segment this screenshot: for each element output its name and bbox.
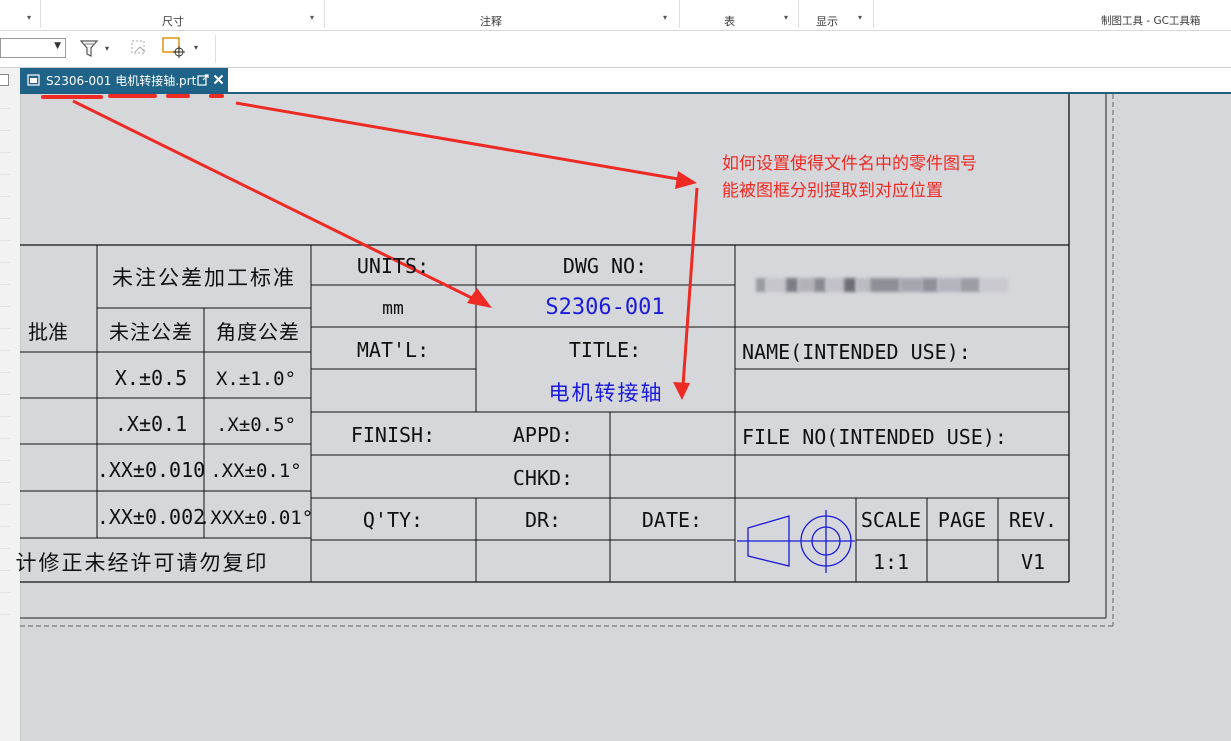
- ribbon-separator: [873, 0, 874, 28]
- ribbon-group-display[interactable]: 显示: [816, 13, 838, 29]
- ribbon-dropdown-icon[interactable]: ▾: [784, 13, 788, 22]
- projection-symbol-icon: [737, 510, 855, 573]
- rev-label: REV.: [1009, 508, 1057, 532]
- pop-out-icon[interactable]: [197, 74, 209, 86]
- ribbon-separator: [679, 0, 680, 28]
- matl-label: MAT'L:: [357, 338, 429, 362]
- close-icon[interactable]: [213, 74, 224, 85]
- appd-label: APPD:: [513, 423, 573, 447]
- annotation-line-1: 如何设置使得文件名中的零件图号: [722, 154, 977, 174]
- units-value: mm: [382, 298, 404, 319]
- selection-box-icon: ▾: [162, 37, 198, 58]
- angular-tolerance-value: X.±1.0°: [216, 368, 296, 390]
- selection-filter-combo[interactable]: ▼: [0, 38, 66, 58]
- linear-tolerance-header: 未注公差: [109, 320, 193, 344]
- date-label: DATE:: [642, 508, 702, 532]
- svg-text:▾: ▾: [194, 43, 198, 52]
- ribbon-separator: [40, 0, 41, 28]
- ribbon-group-dimension[interactable]: 尺寸: [162, 13, 184, 29]
- snap-icon: [131, 40, 146, 54]
- ribbon-dropdown-icon[interactable]: ▾: [858, 13, 862, 22]
- scale-value: 1:1: [873, 550, 909, 574]
- scale-label: SCALE: [861, 508, 921, 532]
- chevron-down-icon: ▼: [54, 41, 61, 51]
- dr-label: DR:: [525, 508, 561, 532]
- ribbon-group-table[interactable]: 表: [724, 13, 735, 29]
- file-no-label: FILE NO(INTENDED USE):: [742, 425, 1007, 449]
- rev-value: V1: [1021, 550, 1045, 574]
- tab-title: S2306-001 电机转接轴.prt: [46, 74, 197, 88]
- footer-note: 计修正未经许可请勿复印: [16, 551, 269, 575]
- chkd-label: CHKD:: [513, 466, 573, 490]
- ribbon-dropdown-icon[interactable]: ▾: [27, 13, 31, 22]
- ribbon-separator: [798, 0, 799, 28]
- drawing-canvas[interactable]: 未注公差加工标准批准 未注公差 角度公差 X.±0.5 X.±1.0° .X±0.1 .X±…: [0, 0, 1231, 741]
- linear-tolerance-value: .XX±0.010: [97, 458, 205, 482]
- tab-document[interactable]: S2306-001 电机转接轴.prt: [20, 68, 228, 92]
- red-highlight-marks: [41, 94, 224, 99]
- panel-icon: [0, 74, 9, 86]
- snap-button[interactable]: [126, 35, 156, 61]
- dwg-no-label: DWG NO:: [563, 254, 647, 278]
- ribbon-dropdown-icon[interactable]: ▾: [310, 13, 314, 22]
- ribbon-separator: [324, 0, 325, 28]
- linear-tolerance-value: .XX±0.002: [97, 505, 205, 529]
- annotation-line-2: 能被图框分别提取到对应位置: [722, 181, 943, 201]
- linear-tolerance-value: .X±0.1: [115, 412, 187, 436]
- page-label: PAGE: [938, 508, 986, 532]
- approve-label: 批准: [28, 320, 68, 344]
- title-value: 电机转接轴: [549, 381, 664, 405]
- ribbon-group-annotation[interactable]: 注释: [480, 13, 502, 29]
- filter-icon: ▾: [79, 40, 109, 57]
- finish-label: FINISH:: [351, 423, 435, 447]
- name-label: NAME(INTENDED USE):: [742, 340, 971, 364]
- toolbar: ▼ ▾ ▾: [0, 31, 1231, 68]
- blurred-name-value: [756, 266, 1056, 304]
- dwg-no-value: S2306-001: [545, 295, 664, 320]
- filter-button[interactable]: ▾: [78, 35, 109, 61]
- angular-tolerance-header: 角度公差: [216, 320, 300, 344]
- qty-label: Q'TY:: [363, 508, 423, 532]
- angular-tolerance-value: .XX±0.1°: [210, 460, 302, 482]
- ribbon-dropdown-icon[interactable]: ▾: [663, 13, 667, 22]
- units-label: UNITS:: [357, 254, 429, 278]
- part-navigator-panel[interactable]: [0, 68, 21, 741]
- title-label: TITLE:: [569, 338, 641, 362]
- document-tab-bar: S2306-001 电机转接轴.prt: [20, 68, 1231, 94]
- svg-text:▾: ▾: [105, 44, 109, 53]
- ribbon-gc-toolbox-title[interactable]: 制图工具 - GC工具箱: [1101, 13, 1200, 28]
- toolbar-separator: [215, 35, 216, 63]
- tolerance-header: 未注公差加工标准: [112, 266, 296, 290]
- view-selection-button[interactable]: ▾: [160, 35, 198, 61]
- angular-tolerance-value: .XXX±0.01°: [199, 507, 313, 529]
- red-arrows: [72, 99, 699, 400]
- linear-tolerance-value: X.±0.5: [115, 366, 187, 390]
- angular-tolerance-value: .X±0.5°: [216, 414, 296, 436]
- part-file-icon: [27, 74, 40, 86]
- ribbon: ▾ 尺寸 ▾ 注释 ▾ 表 ▾ 显示 ▾ 制图工具 - GC工具箱: [0, 0, 1231, 31]
